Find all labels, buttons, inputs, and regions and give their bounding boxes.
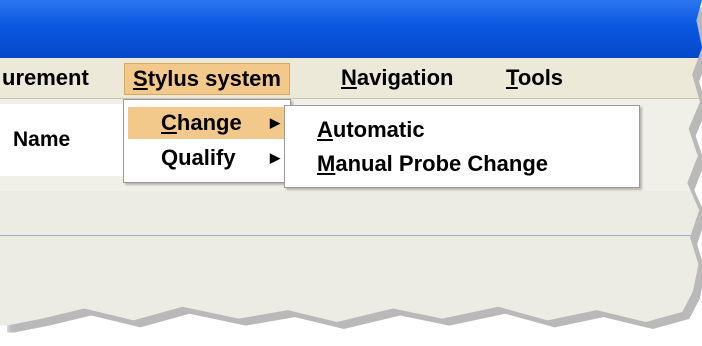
menu-tools[interactable]: Tools: [498, 63, 571, 93]
menu-measurement-label: urement: [2, 65, 89, 90]
divider: [0, 235, 702, 236]
menu-stylus-label: tylus system: [147, 66, 281, 91]
application-window: urement Stylus system Navigation Tools N…: [0, 0, 702, 326]
menu-tools-accel: T: [506, 65, 518, 90]
menu-item-qualify[interactable]: Qualify ▶: [128, 142, 286, 174]
menu-measurement[interactable]: urement: [0, 63, 97, 93]
menu-item-automatic-label: utomatic: [332, 117, 425, 142]
menu-stylus-system[interactable]: Stylus system: [124, 63, 290, 95]
menu-navigation-label: avigation: [356, 65, 454, 90]
title-bar: [0, 0, 702, 58]
menu-bar: urement Stylus system Navigation Tools: [0, 58, 702, 99]
menu-item-change-label: Change: [161, 110, 242, 135]
menu-item-manual-probe-change[interactable]: Manual Probe Change: [317, 148, 548, 180]
menu-item-change[interactable]: Change ▶: [128, 107, 286, 139]
change-submenu: Automatic Manual Probe Change: [284, 105, 640, 188]
menu-navigation-accel: N: [341, 65, 357, 90]
menu-item-manual-accel: M: [317, 151, 336, 176]
stylus-system-dropdown: Change ▶ Qualify ▶: [123, 99, 291, 183]
menu-stylus-accel: S: [133, 66, 148, 91]
menu-navigation[interactable]: Navigation: [333, 63, 461, 93]
menu-item-manual-label: anual Probe Change: [335, 151, 549, 176]
submenu-arrow-icon: ▶: [270, 115, 280, 130]
menu-tools-label: ools: [517, 65, 564, 90]
menu-item-automatic-accel: A: [317, 117, 333, 142]
submenu-arrow-icon: ▶: [270, 150, 280, 165]
menu-item-qualify-label: Qualify: [161, 145, 236, 170]
name-column-label: Name: [13, 128, 71, 151]
menu-item-automatic[interactable]: Automatic: [317, 114, 425, 146]
